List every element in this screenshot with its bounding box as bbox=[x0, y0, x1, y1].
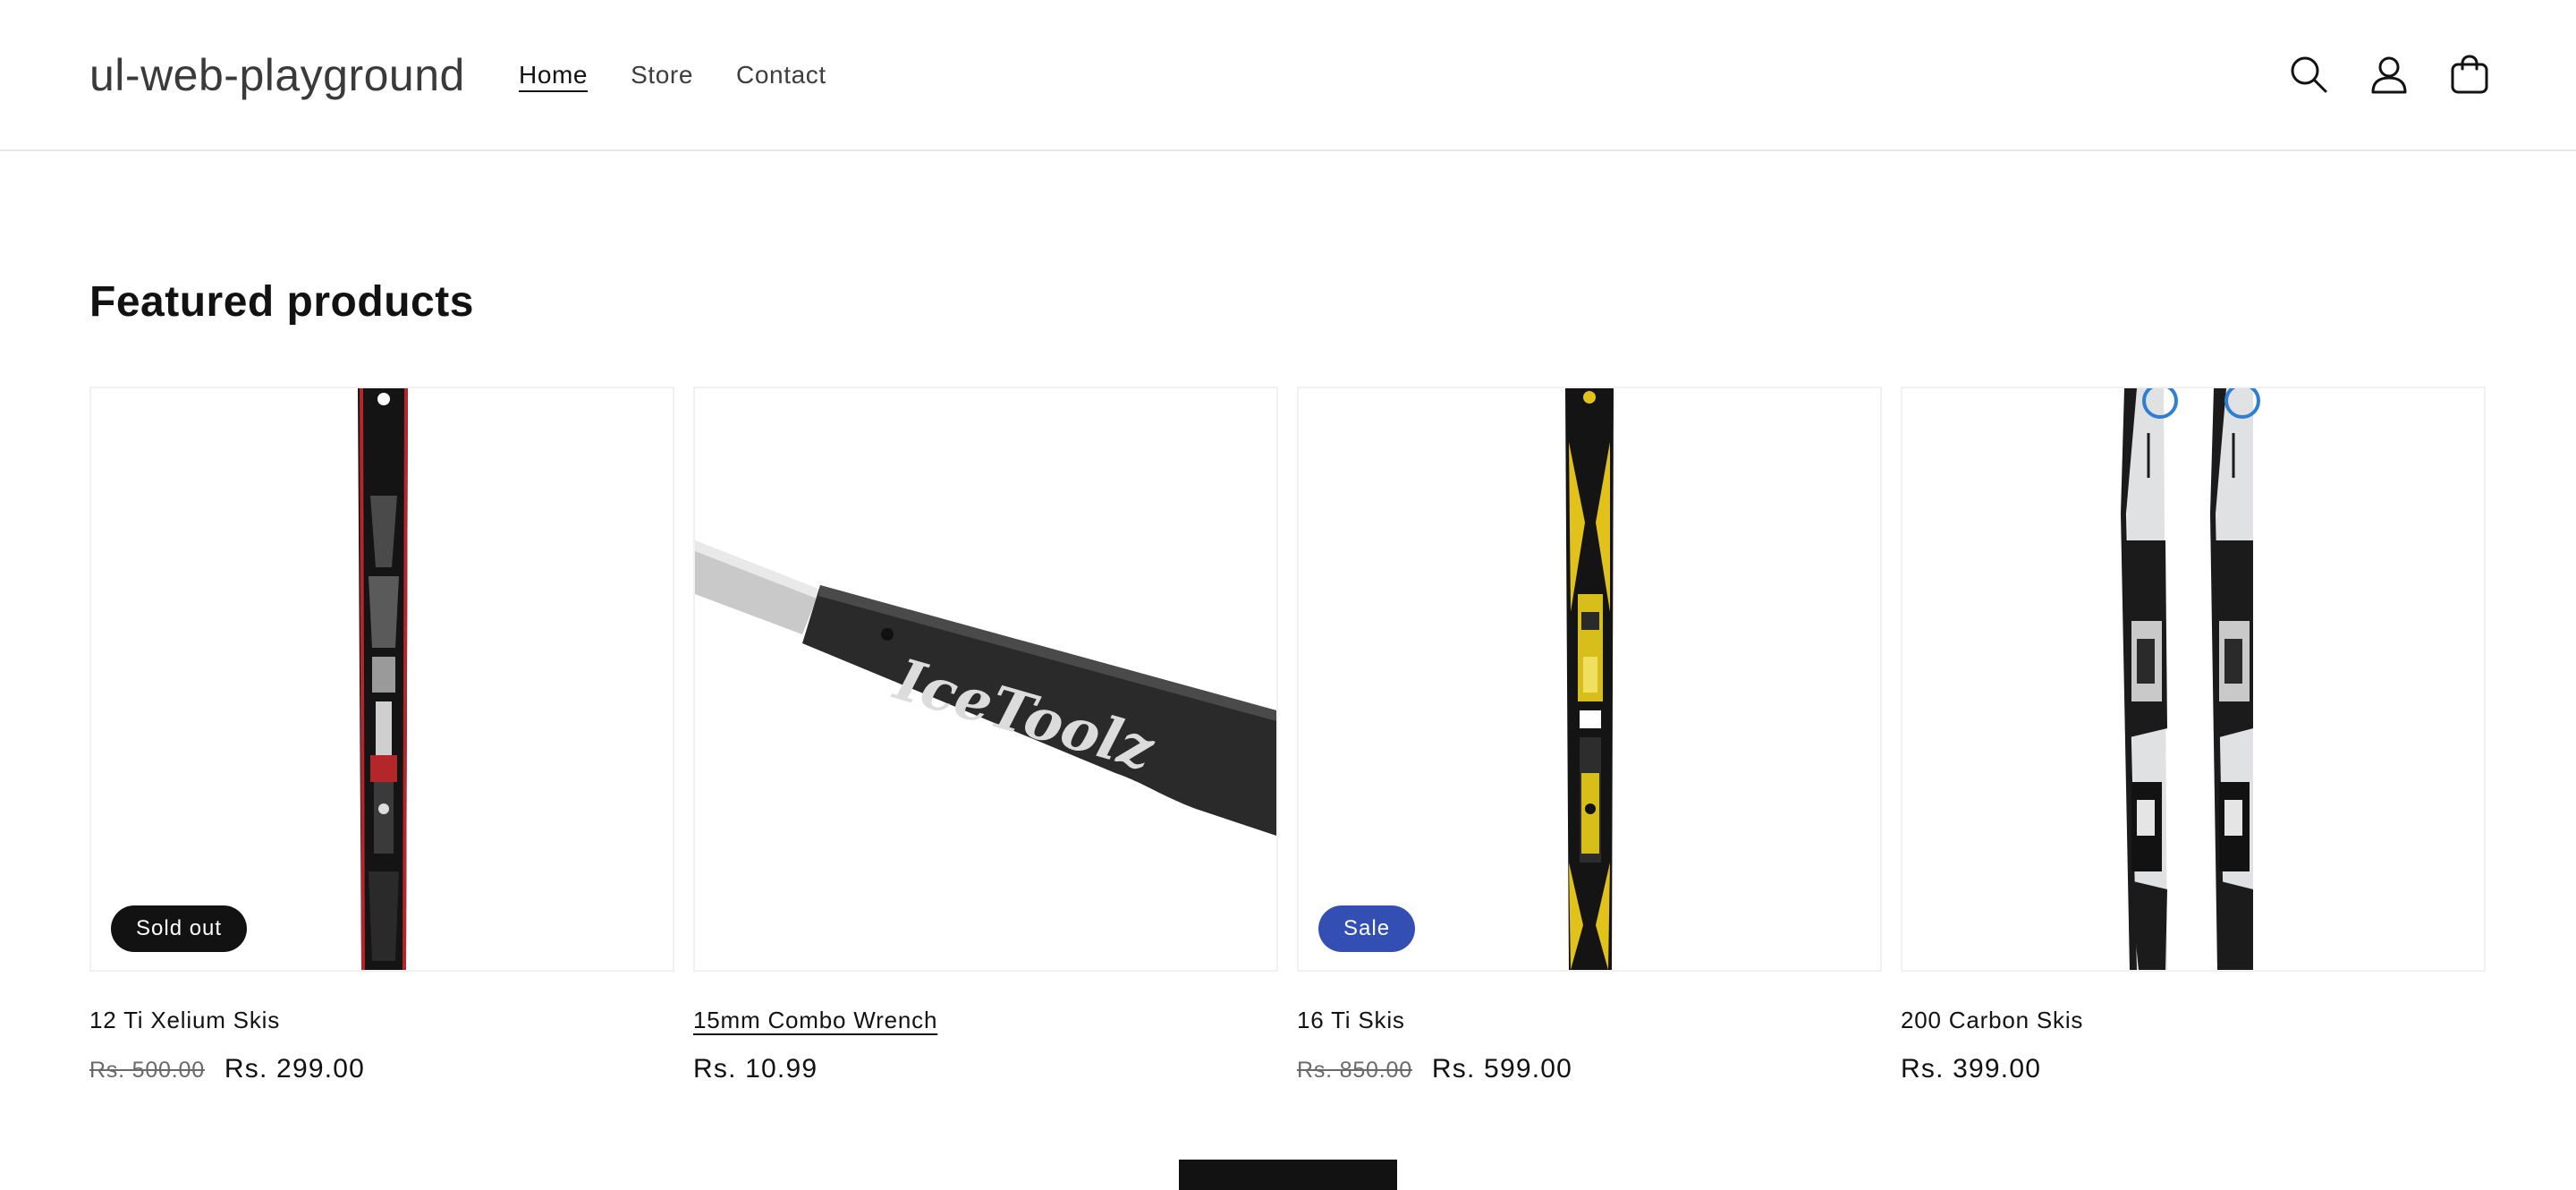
view-all-button[interactable] bbox=[1179, 1160, 1397, 1190]
product-grid: Sold out 12 Ti Xelium Skis Rs. 500.00 Rs… bbox=[89, 387, 2487, 1102]
price-row: Rs. 850.00 Rs. 599.00 bbox=[1297, 1054, 1882, 1084]
product-title[interactable]: 16 Ti Skis bbox=[1297, 1004, 1405, 1036]
product-image[interactable]: Sale bbox=[1297, 387, 1882, 972]
price-row: Rs. 399.00 bbox=[1901, 1054, 2486, 1084]
site-header: ul-web-playground Home Store Contact bbox=[0, 0, 2576, 151]
product-card[interactable]: Sold out 12 Ti Xelium Skis Rs. 500.00 Rs… bbox=[89, 387, 674, 1084]
product-card[interactable]: 200 Carbon Skis Rs. 399.00 bbox=[1901, 387, 2486, 1084]
nav-link-contact[interactable]: Contact bbox=[736, 55, 826, 95]
main-nav: Home Store Contact bbox=[519, 55, 869, 95]
product-card[interactable]: IceToolz 15mm Combo Wrench Rs. 10.99 bbox=[693, 387, 1278, 1084]
product-image[interactable]: IceToolz bbox=[693, 387, 1278, 972]
product-title[interactable]: 15mm Combo Wrench bbox=[693, 1004, 937, 1036]
price-row: Rs. 500.00 Rs. 299.00 bbox=[89, 1054, 674, 1084]
price-row: Rs. 10.99 bbox=[693, 1054, 1278, 1084]
product-card[interactable]: Sale 16 Ti Skis Rs. 850.00 Rs. 599.00 bbox=[1297, 387, 1882, 1084]
price-regular: Rs. 10.99 bbox=[693, 1054, 818, 1084]
site-logo[interactable]: ul-web-playground bbox=[89, 45, 465, 106]
header-icons bbox=[2288, 52, 2490, 97]
nav-link-store[interactable]: Store bbox=[631, 55, 693, 95]
sale-badge: Sale bbox=[1318, 905, 1416, 952]
product-title[interactable]: 12 Ti Xelium Skis bbox=[89, 1004, 280, 1036]
sold-out-badge: Sold out bbox=[111, 905, 248, 952]
product-image[interactable]: Sold out bbox=[89, 387, 674, 972]
section-title: Featured products bbox=[89, 278, 474, 326]
search-icon[interactable] bbox=[2288, 52, 2329, 97]
product-image[interactable] bbox=[1901, 387, 2486, 972]
price-sale: Rs. 599.00 bbox=[1431, 1054, 1573, 1084]
cart-icon[interactable] bbox=[2449, 52, 2490, 97]
product-title[interactable]: 200 Carbon Skis bbox=[1901, 1004, 2083, 1036]
price-original: Rs. 500.00 bbox=[89, 1058, 205, 1083]
account-icon[interactable] bbox=[2368, 52, 2410, 97]
price-sale: Rs. 299.00 bbox=[224, 1054, 366, 1084]
nav-link-home[interactable]: Home bbox=[519, 55, 588, 95]
price-original: Rs. 850.00 bbox=[1297, 1058, 1412, 1083]
price-regular: Rs. 399.00 bbox=[1901, 1054, 2042, 1084]
